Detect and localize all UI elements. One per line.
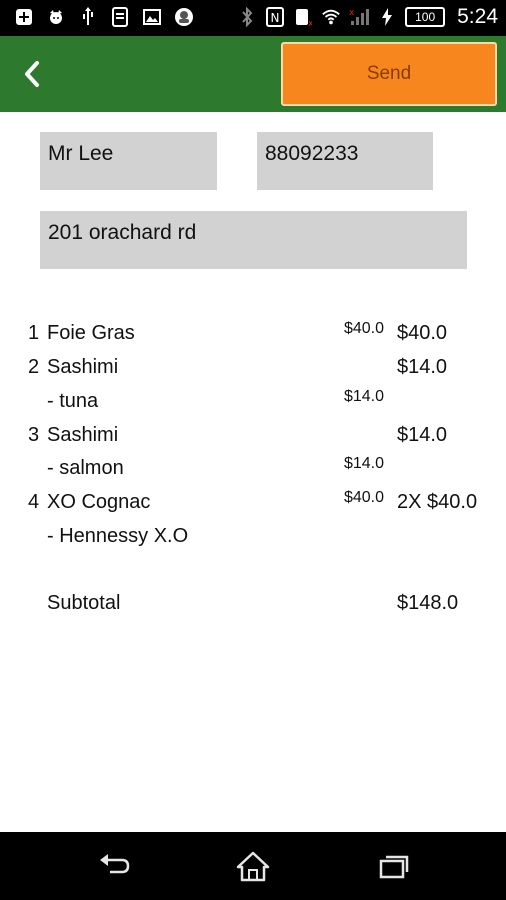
nav-recents-button[interactable] [374,848,414,884]
list-item: - tuna $14.0 [0,388,506,424]
app-toolbar: Send [0,36,506,112]
system-icons: N x x 100 5:24 [237,5,498,29]
nav-home-button[interactable] [233,848,273,884]
item-number: 1 [28,322,40,344]
signal-icon: x [349,6,370,28]
svg-text:x: x [349,8,355,18]
item-number: 3 [28,424,40,446]
send-button[interactable]: Send [281,42,497,106]
name-field[interactable]: Mr Lee [40,132,217,190]
status-bar: N x x 100 5:24 [0,0,506,36]
item-name: Foie Gras [47,322,135,344]
item-name: - tuna [47,390,99,412]
phone-field[interactable]: 88092233 [257,132,433,190]
charging-icon [377,6,397,28]
item-total: $40.0 [397,322,448,344]
navigation-bar [0,832,506,900]
item-number: 4 [28,491,40,513]
item-name: Sashimi [47,424,119,446]
item-name: - Hennessy X.O [47,525,189,547]
svg-text:N: N [271,11,280,25]
list-item: - Hennessy X.O [0,525,506,559]
nfc-icon: N [265,6,285,28]
item-total: $14.0 [397,424,448,446]
clock: 5:24 [457,5,498,28]
sim-icon [110,6,130,28]
add-icon [14,6,34,28]
list-item: - salmon $14.0 [0,455,506,491]
usb-icon [78,6,98,28]
subtotal-label: Subtotal [47,592,121,614]
item-total: 2X $40.0 [397,491,478,513]
item-number: 2 [28,356,40,378]
list-item: 3 Sashimi $14.0 [0,424,506,458]
chevron-left-icon [25,61,39,87]
item-name: Sashimi [47,356,119,378]
list-item: 4 XO Cognac $40.0 2X $40.0 [0,489,506,525]
item-name: XO Cognac [47,491,151,513]
no-sim-icon: x [293,6,313,28]
subtotal-row: Subtotal $148.0 [0,592,506,626]
subtotal-value: $148.0 [397,592,459,614]
image-icon [142,6,162,28]
address-field[interactable]: 201 orachard rd [40,211,467,269]
wifi-icon [321,6,341,28]
item-name: - salmon [47,457,124,479]
nav-back-button[interactable] [94,848,134,884]
item-total: $14.0 [397,356,448,378]
list-item: 1 Foie Gras $40.0 $40.0 [0,320,506,356]
back-button[interactable] [12,54,52,94]
bluetooth-icon [237,6,257,28]
item-unit-price: $40.0 [343,320,384,337]
svg-text:x: x [308,19,312,27]
home-icon [236,851,270,882]
avatar-icon [174,6,194,28]
notification-icons [14,6,194,28]
back-icon [100,854,130,874]
battery-icon: 100 [405,7,446,27]
item-unit-price: $14.0 [343,455,384,472]
cat-icon [46,6,66,28]
item-unit-price: $40.0 [343,489,384,506]
list-item: 2 Sashimi $14.0 [0,356,506,390]
item-unit-price: $14.0 [343,388,384,405]
recents-icon [379,855,409,879]
